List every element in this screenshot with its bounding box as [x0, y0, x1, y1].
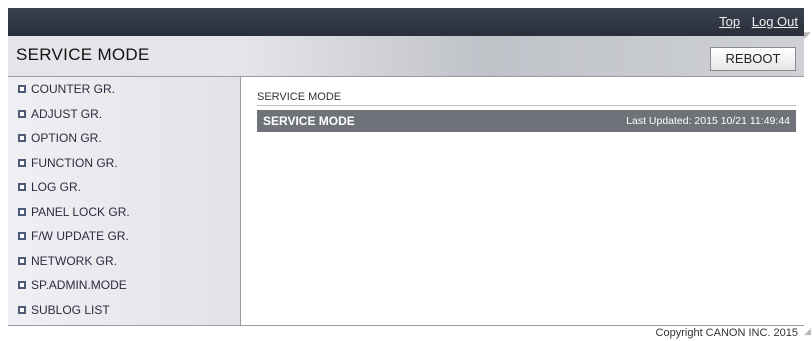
sidebar-item-option[interactable]: OPTION GR. — [8, 126, 240, 151]
sidebar-item-label: PANEL LOCK GR. — [31, 204, 130, 219]
last-updated: Last Updated: 2015 10/21 11:49:44 — [626, 115, 790, 127]
bullet-icon — [18, 109, 26, 118]
breadcrumb: SERVICE MODE — [257, 91, 796, 106]
bullet-icon — [18, 207, 26, 216]
main-content: SERVICE MODE SERVICE MODE Last Updated: … — [241, 77, 804, 325]
sidebar-item-label: SUBLOG LIST — [31, 302, 110, 317]
sidebar-item-panel-lock[interactable]: PANEL LOCK GR. — [8, 200, 240, 225]
scroll-up-icon[interactable]: ◤ — [804, 30, 812, 41]
section-title-bar: SERVICE MODE Last Updated: 2015 10/21 11… — [257, 110, 796, 132]
scroll-down-icon[interactable]: ◢ — [804, 326, 812, 337]
sidebar-item-log[interactable]: LOG GR. — [8, 175, 240, 200]
sidebar-item-network[interactable]: NETWORK GR. — [8, 249, 240, 274]
page-title: SERVICE MODE — [16, 45, 150, 64]
sidebar-item-counter[interactable]: COUNTER GR. — [8, 77, 240, 102]
sidebar: COUNTER GR. ADJUST GR. OPTION GR. FUNCTI… — [8, 77, 241, 325]
sidebar-item-label: COUNTER GR. — [31, 82, 115, 97]
bullet-icon — [18, 232, 26, 241]
header-band: SERVICE MODE REBOOT — [8, 36, 804, 77]
bullet-icon — [18, 256, 26, 265]
sidebar-item-label: OPTION GR. — [31, 131, 102, 146]
sidebar-item-label: FUNCTION GR. — [31, 155, 118, 170]
sidebar-item-adjust[interactable]: ADJUST GR. — [8, 102, 240, 127]
sidebar-item-fw-update[interactable]: F/W UPDATE GR. — [8, 224, 240, 249]
top-bar: Top Log Out — [8, 8, 804, 36]
bullet-icon — [18, 183, 26, 192]
bullet-icon — [18, 134, 26, 143]
service-mode-page: Top Log Out SERVICE MODE REBOOT COUNTER … — [8, 8, 804, 341]
header-links: Top Log Out — [711, 14, 798, 29]
footer: Copyright CANON INC. 2015 — [8, 325, 804, 341]
sidebar-item-function[interactable]: FUNCTION GR. — [8, 151, 240, 176]
sidebar-item-label: F/W UPDATE GR. — [31, 229, 129, 244]
sidebar-item-sp-admin-mode[interactable]: SP.ADMIN.MODE — [8, 273, 240, 298]
sidebar-item-sublog-list[interactable]: SUBLOG LIST — [8, 298, 240, 323]
sidebar-item-label: ADJUST GR. — [31, 106, 103, 121]
bullet-icon — [18, 85, 26, 94]
reboot-button[interactable]: REBOOT — [710, 47, 796, 71]
copyright: Copyright CANON INC. 2015 — [655, 327, 798, 339]
logout-link[interactable]: Log Out — [752, 14, 798, 29]
bullet-icon — [18, 158, 26, 167]
bullet-icon — [18, 281, 26, 290]
section-title: SERVICE MODE — [263, 114, 355, 128]
sidebar-item-label: NETWORK GR. — [31, 253, 117, 268]
sidebar-item-label: SP.ADMIN.MODE — [31, 278, 127, 293]
top-link[interactable]: Top — [719, 14, 740, 29]
sidebar-item-label: LOG GR. — [31, 180, 82, 195]
bullet-icon — [18, 305, 26, 314]
